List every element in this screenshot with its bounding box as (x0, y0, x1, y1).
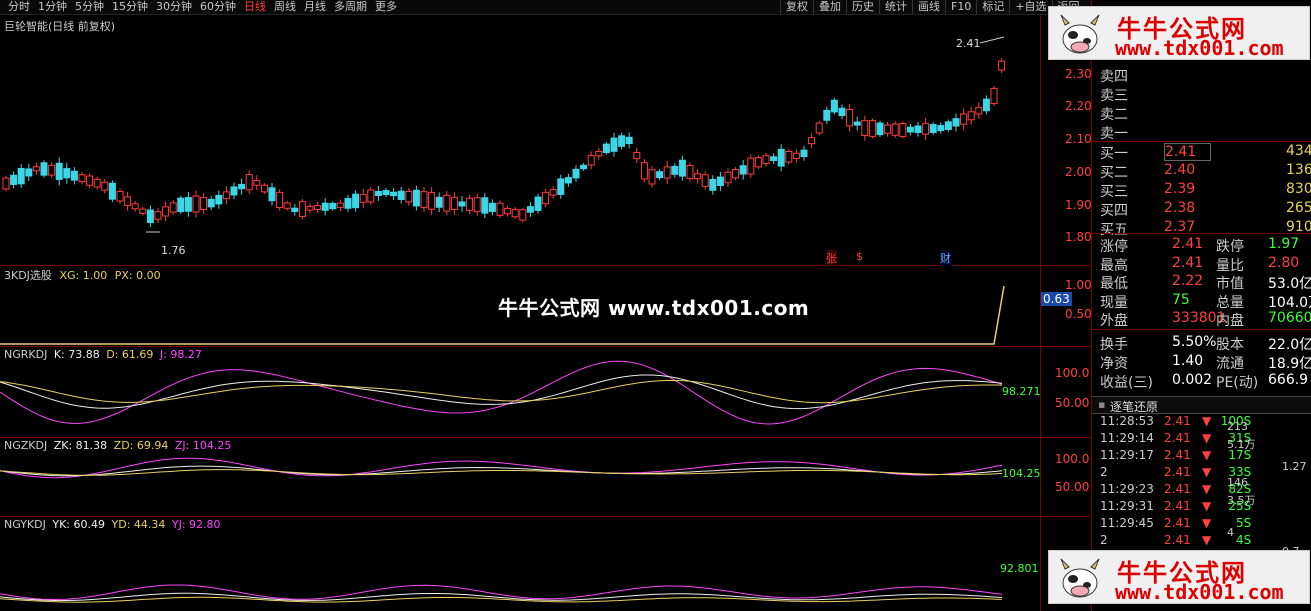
cow-mascot-icon (1060, 14, 1100, 54)
tick-side-value: 1.27 (1282, 460, 1307, 473)
kdj3-px: PX: 0.00 (114, 269, 161, 282)
period-tab-2[interactable]: 5分钟 (71, 0, 108, 14)
ngrkdj-pane[interactable]: NGRKDJ K: 73.88 D: 61.69 J: 98.27 98.271 (0, 347, 1090, 438)
ngzkdj-last: 104.25 (1002, 467, 1041, 480)
tool-button-1[interactable]: 叠加 (813, 0, 846, 14)
tick-side-value: 3.5万 (1227, 494, 1256, 507)
low-price-label: 1.76 (161, 244, 186, 257)
tick-side-value: 146 (1227, 476, 1248, 489)
ngrkdj-last: 98.271 (1002, 385, 1041, 398)
quote-row-7: 收益(三) 0.002 PE(动) 666.9 (1100, 372, 1309, 391)
ngykdj-pane[interactable]: NGYKDJ YK: 60.49 YD: 44.34 YJ: 92.80 92.… (0, 517, 1090, 611)
period-tab-9[interactable]: 多周期 (330, 0, 371, 14)
tool-button-2[interactable]: 历史 (846, 0, 879, 14)
kdj3-axis: 1.00 0.50 0.63 (1040, 266, 1092, 346)
ngrkdj-d: D: 61.69 (106, 348, 154, 361)
ngrkdj-j: J: 98.27 (159, 348, 202, 361)
sell-level-3: 卖一 (1100, 126, 1128, 142)
period-tab-10[interactable]: 更多 (371, 0, 401, 14)
period-tab-5[interactable]: 60分钟 (196, 0, 240, 14)
tool-button-4[interactable]: 画线 (912, 0, 945, 14)
quote-row-6: 净资 1.40 流通 18.9亿 (1100, 353, 1311, 372)
buy-level-2: 买三2.398305 (1100, 181, 1311, 200)
kdj3-badge: 0.63 (1041, 292, 1072, 306)
period-tab-6[interactable]: 日线 (240, 0, 270, 14)
ngykdj-last: 92.801 (1000, 562, 1039, 575)
tick-side-value: 4 (1227, 526, 1234, 539)
ticks-panel-title[interactable]: 逐笔还原 (1110, 398, 1158, 415)
tool-button-3[interactable]: 统计 (879, 0, 912, 14)
period-tab-0[interactable]: 分时 (4, 0, 34, 14)
buy-level-1: 买二2.401360 (1100, 162, 1311, 181)
watermark-text: 牛牛公式网 www.tdx001.com (498, 296, 810, 320)
quote-row-3: 现量75总量104.0万 (1100, 291, 1311, 311)
marker-dollar[interactable]: $ (856, 250, 863, 263)
site-logo-bottom: 牛牛公式网 www.tdx001.com (1048, 550, 1310, 604)
tick-side-value: 5.1万 (1227, 438, 1256, 451)
chart-title: 巨轮智能(日线 前复权) (4, 20, 116, 33)
quote-row-0: 涨停 2.41 跌停 1.97 (1100, 236, 1300, 255)
marker-finance[interactable]: 财 (940, 250, 951, 266)
tick-side-value: 213 (1227, 420, 1248, 433)
quote-row-2: 最低 2.22 市值 53.0亿 (1100, 273, 1311, 292)
period-tab-7[interactable]: 周线 (270, 0, 300, 14)
site-logo-top: 牛牛公式网 www.tdx001.com (1048, 6, 1310, 60)
period-tab-8[interactable]: 月线 (300, 0, 330, 14)
quote-row-4: 外盘333801内盘706600 (1100, 310, 1311, 329)
period-tab-4[interactable]: 30分钟 (152, 0, 196, 14)
period-tab-3[interactable]: 15分钟 (108, 0, 152, 14)
quote-panel: 卖四卖三卖二卖一 买一2.4143459买二2.401360买三2.398305… (1091, 0, 1311, 611)
period-tab-1[interactable]: 1分钟 (34, 0, 71, 14)
ngrkdj-k: K: 73.88 (53, 348, 100, 361)
high-price-label: 2.41 (956, 37, 981, 50)
sell-level-0: 卖四 (1100, 69, 1128, 85)
tool-button-5[interactable]: F10 (945, 0, 976, 14)
ngzkdj-pane[interactable]: NGZKDJ ZK: 81.38 ZD: 69.94 ZJ: 104.25 10… (0, 438, 1090, 517)
tool-button-0[interactable]: 复权 (780, 0, 813, 14)
tool-button-7[interactable]: +自选 (1009, 0, 1051, 14)
kdj3-title: 3KDJ选股 (4, 269, 52, 282)
buy-level-3: 买四2.382657 (1100, 200, 1311, 219)
marker-zhang[interactable]: 张 (826, 250, 837, 266)
quote-row-5: 换手 5.50% 股本 22.0亿 (1100, 334, 1311, 353)
kdj3-xg: XG: 1.00 (59, 269, 108, 282)
cow-mascot-icon (1060, 558, 1100, 598)
sell-level-2: 卖二 (1100, 107, 1128, 123)
tool-button-6[interactable]: 标记 (976, 0, 1009, 14)
price-chart-pane[interactable]: 巨轮智能(日线 前复权) 2.41 1.76 张 $ 财 (0, 15, 1090, 266)
sell-level-1: 卖三 (1100, 88, 1128, 104)
buy-level-0: 买一2.4143459 (1100, 143, 1311, 162)
quote-row-1: 最高 2.41 量比 2.80 (1100, 254, 1300, 274)
